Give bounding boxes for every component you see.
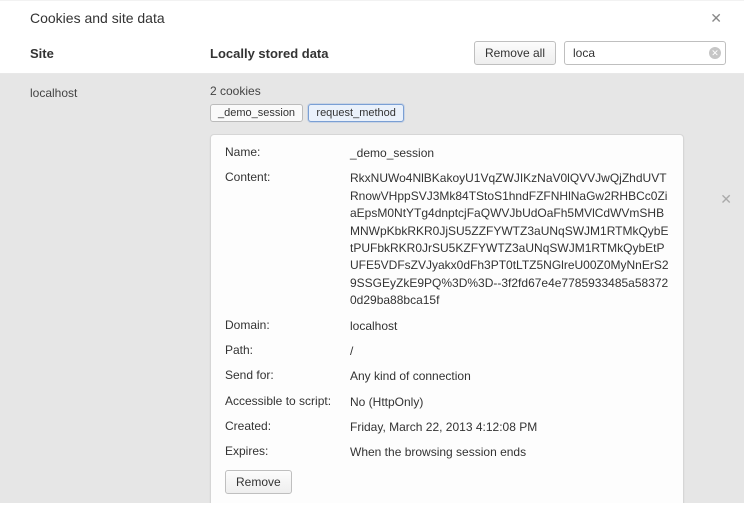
kv-created: Created: Friday, March 22, 2013 4:12:08 … [225,419,669,436]
label-domain: Domain: [225,318,350,332]
remove-all-button[interactable]: Remove all [474,41,556,65]
value-expires: When the browsing session ends [350,444,669,461]
kv-send-for: Send for: Any kind of connection [225,368,669,385]
kv-content: Content: RkxNUWo4NlBKakoyU1VqZWJIKzNaV0l… [225,170,669,309]
site-host: localhost [30,84,210,100]
value-content: RkxNUWo4NlBKakoyU1VqZWJIKzNaV0lQVVJwQjZh… [350,170,669,309]
kv-domain: Domain: localhost [225,318,669,335]
dialog-titlebar: Cookies and site data ✕ [0,1,744,33]
value-send-for: Any kind of connection [350,368,669,385]
search-input[interactable] [564,41,726,65]
row-remove-icon[interactable]: ✕ [720,192,732,206]
value-created: Friday, March 22, 2013 4:12:08 PM [350,419,669,436]
clear-search-icon[interactable]: ✕ [709,47,721,59]
label-expires: Expires: [225,444,350,458]
kv-name: Name: _demo_session [225,145,669,162]
remove-button[interactable]: Remove [225,470,292,494]
label-created: Created: [225,419,350,433]
site-row[interactable]: localhost 2 cookies _demo_session reques… [0,74,744,130]
search-wrap: ✕ [564,41,726,65]
label-path: Path: [225,343,350,357]
label-send-for: Send for: [225,368,350,382]
column-site: Site [30,46,210,61]
value-domain: localhost [350,318,669,335]
kv-path: Path: / [225,343,669,360]
site-summary-block: 2 cookies _demo_session request_method [210,84,726,122]
remove-wrap: Remove [225,470,669,494]
kv-expires: Expires: When the browsing session ends [225,444,669,461]
column-data: Locally stored data [210,46,474,61]
cookie-chip-demo-session[interactable]: _demo_session [210,104,303,122]
dialog-title: Cookies and site data [30,10,165,26]
cookie-chip-list: _demo_session request_method [210,104,726,122]
label-name: Name: [225,145,350,159]
site-summary: 2 cookies [210,84,726,98]
cookie-chip-request-method[interactable]: request_method [308,104,404,122]
value-path: / [350,343,669,360]
header-controls: Remove all ✕ [474,41,726,65]
column-header-row: Site Locally stored data Remove all ✕ [0,33,744,74]
cookies-dialog: Cookies and site data ✕ Site Locally sto… [0,0,744,507]
close-icon[interactable]: ✕ [706,9,726,27]
label-accessible: Accessible to script: [225,394,350,408]
value-name: _demo_session [350,145,669,162]
cookie-detail-card: Name: _demo_session Content: RkxNUWo4NlB… [210,134,684,503]
value-accessible: No (HttpOnly) [350,394,669,411]
dialog-body: localhost 2 cookies _demo_session reques… [0,74,744,503]
label-content: Content: [225,170,350,184]
kv-accessible: Accessible to script: No (HttpOnly) [225,394,669,411]
